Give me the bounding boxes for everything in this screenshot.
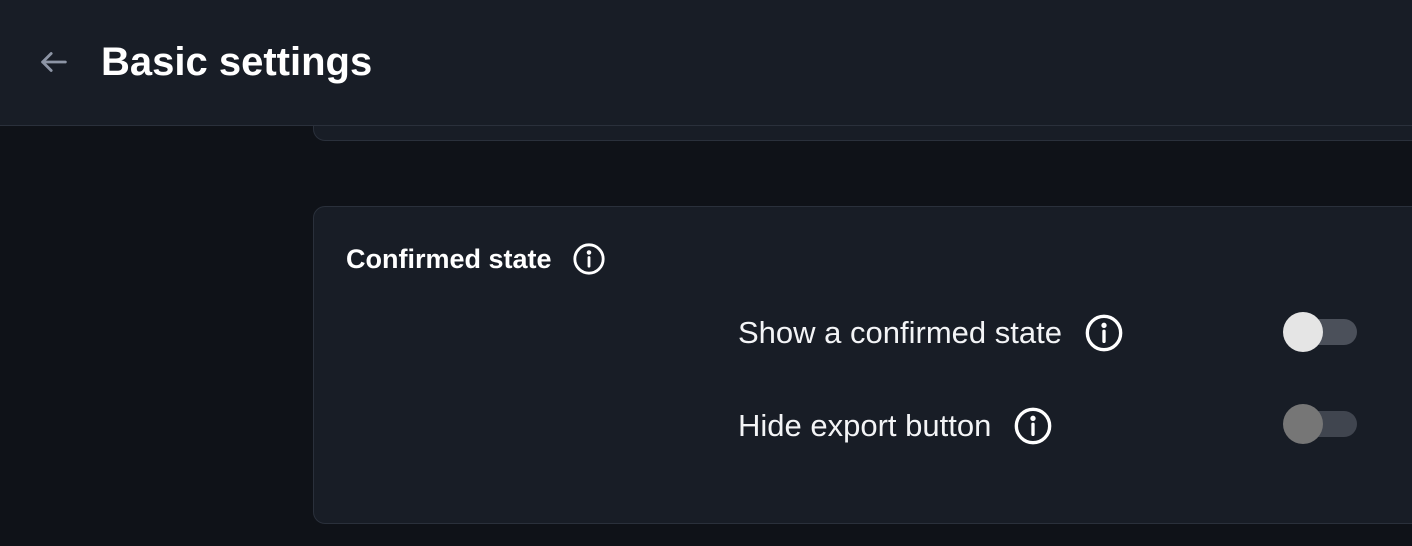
setting-row-hide-export-button: Hide export button bbox=[738, 404, 1358, 448]
confirmed-state-card: Confirmed state Show a confirmed state H… bbox=[313, 206, 1412, 524]
show-confirmed-state-toggle[interactable] bbox=[1283, 312, 1359, 352]
hide-export-button-toggle[interactable] bbox=[1283, 404, 1359, 444]
top-bar: Basic settings bbox=[0, 0, 1412, 126]
card-title-row: Confirmed state bbox=[346, 243, 606, 275]
setting-label: Show a confirmed state bbox=[738, 315, 1062, 350]
info-icon[interactable] bbox=[572, 242, 606, 276]
info-icon[interactable] bbox=[1084, 313, 1124, 353]
back-button[interactable] bbox=[34, 42, 74, 82]
card-title: Confirmed state bbox=[346, 243, 552, 274]
setting-label: Hide export button bbox=[738, 408, 992, 443]
toggle-knob bbox=[1283, 404, 1323, 444]
toggle-knob bbox=[1283, 312, 1323, 352]
page-title: Basic settings bbox=[101, 40, 373, 84]
info-icon[interactable] bbox=[1013, 406, 1053, 446]
arrow-left-icon bbox=[41, 52, 67, 72]
setting-row-show-confirmed-state: Show a confirmed state bbox=[738, 311, 1358, 355]
